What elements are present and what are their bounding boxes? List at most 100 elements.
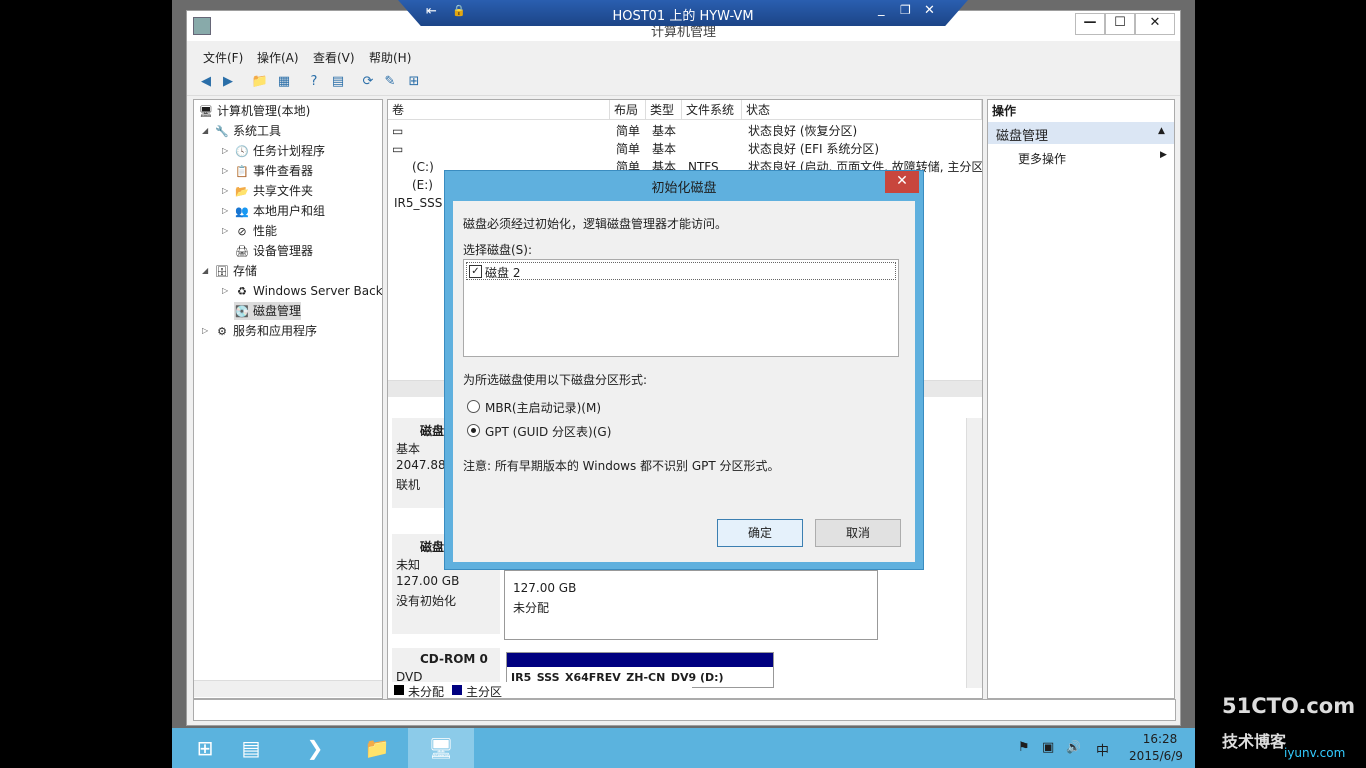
shared-folder-icon: 📂: [235, 184, 249, 198]
collapse-icon[interactable]: ◢: [202, 126, 208, 135]
storage-icon: 🗄: [215, 264, 229, 278]
menu-file[interactable]: 文件(F): [203, 49, 243, 66]
actions-section[interactable]: 磁盘管理 ▲: [988, 122, 1174, 144]
disk-item-label: 磁盘 2: [485, 266, 521, 280]
row-layout: 简单: [616, 124, 641, 138]
ime-indicator[interactable]: 中: [1096, 740, 1109, 759]
vm-close-button[interactable]: ✕: [924, 3, 935, 18]
disk-2-unallocated[interactable]: 127.00 GB 未分配: [504, 570, 878, 640]
show-hide-tree-icon[interactable]: ▦: [275, 73, 293, 91]
disk-2-state: 没有初始化: [396, 594, 457, 608]
tree-item-services-apps[interactable]: ⚙ 服务和应用程序: [214, 322, 317, 340]
tree-item-shared-folders[interactable]: 📂 共享文件夹: [234, 182, 313, 200]
menu-view[interactable]: 查看(V): [313, 49, 355, 66]
row-layout: 简单: [616, 142, 641, 156]
more-actions-label: 更多操作: [1018, 152, 1067, 166]
watermark-line3: iyunv.com: [1284, 746, 1346, 760]
tree-item-performance[interactable]: ⊘ 性能: [234, 222, 277, 240]
vm-restore-button[interactable]: ❐: [900, 3, 911, 17]
row-volume: (C:): [412, 160, 434, 174]
tree-item-local-users[interactable]: 👥 本地用户和组: [234, 202, 325, 220]
gpt-radio[interactable]: GPT (GUID 分区表)(G): [467, 421, 767, 439]
forward-icon[interactable]: ▶: [219, 73, 237, 91]
expand-icon[interactable]: ▷: [202, 326, 208, 335]
disk-0-size: 2047.88: [396, 458, 446, 472]
disk-management-icon: 💽: [235, 304, 249, 318]
gpt-radio-circle[interactable]: [467, 424, 480, 437]
menu-action[interactable]: 操作(A): [257, 49, 299, 66]
row-volume: (E:): [412, 178, 433, 192]
tree-item-disk-management[interactable]: 💽 磁盘管理: [234, 302, 302, 320]
col-layout[interactable]: 布局: [610, 100, 646, 120]
network-icon[interactable]: ▣: [1042, 740, 1054, 755]
col-volume[interactable]: 卷: [388, 100, 610, 120]
tools-icon: 🔧: [215, 124, 229, 138]
expand-icon[interactable]: ▷: [222, 146, 228, 155]
server-manager-icon[interactable]: ▤: [218, 728, 284, 768]
performance-icon: ⊘: [237, 224, 247, 238]
clock-date[interactable]: 2015/6/9: [1124, 749, 1188, 763]
expand-icon[interactable]: ▷: [222, 226, 228, 235]
help-icon[interactable]: ?: [305, 73, 323, 91]
expand-icon[interactable]: ▷: [222, 206, 228, 215]
tree-item-system-tools[interactable]: 🔧 系统工具: [214, 122, 281, 140]
expand-icon[interactable]: ▷: [222, 186, 228, 195]
cancel-button[interactable]: 取消: [815, 519, 901, 547]
file-explorer-icon[interactable]: 📁: [344, 728, 410, 768]
volume-icon[interactable]: 🔊: [1066, 740, 1081, 754]
powershell-icon[interactable]: ❯: [282, 728, 348, 768]
mbr-radio-circle[interactable]: [467, 400, 480, 413]
tree-item-storage[interactable]: 🗄 存储: [214, 262, 257, 280]
computer-management-icon[interactable]: 🖥: [408, 728, 474, 768]
mbr-radio[interactable]: MBR(主启动记录)(M): [467, 397, 767, 415]
close-button[interactable]: ✕: [1135, 13, 1175, 35]
tree-item-event-viewer[interactable]: 📋 事件查看器: [234, 162, 313, 180]
disk-list-item[interactable]: ✓ 磁盘 2: [466, 262, 896, 280]
disk-0-state: 联机: [396, 478, 421, 492]
disk-vscrollbar[interactable]: [966, 418, 982, 688]
expand-icon[interactable]: ▷: [222, 166, 228, 175]
export-icon[interactable]: ✎: [381, 73, 399, 91]
clock-time[interactable]: 16:28: [1132, 732, 1188, 746]
dialog-intro: 磁盘必须经过初始化，逻辑磁盘管理器才能访问。: [463, 217, 728, 231]
properties-icon[interactable]: ▤: [329, 73, 347, 91]
legend-unallocated: 未分配: [408, 685, 445, 699]
col-filesystem[interactable]: 文件系统: [682, 100, 742, 120]
minimize-button[interactable]: —: [1075, 13, 1105, 35]
action-center-icon[interactable]: ⚑: [1018, 740, 1030, 755]
tree-label: 磁盘管理: [253, 304, 302, 318]
disk-icon: ▭: [392, 124, 404, 138]
expand-icon[interactable]: ▷: [222, 286, 228, 295]
tree-hscrollbar[interactable]: [194, 680, 382, 697]
up-folder-icon[interactable]: 📁: [251, 73, 269, 91]
initialize-disk-dialog: 初始化磁盘 ✕ 磁盘必须经过初始化，逻辑磁盘管理器才能访问。 选择磁盘(S): …: [444, 170, 924, 570]
partition-size: 127.00 GB: [513, 581, 577, 595]
legend: 未分配 主分区: [392, 682, 692, 698]
more-actions[interactable]: 更多操作 ▶: [988, 148, 1174, 166]
disk-checkbox[interactable]: ✓: [469, 265, 482, 278]
disk-2-size: 127.00 GB: [396, 574, 460, 588]
refresh-icon[interactable]: ⟳: [359, 73, 377, 91]
disk-2-name: 磁盘: [420, 540, 445, 554]
col-type[interactable]: 类型: [646, 100, 682, 120]
tree-label: 存储: [233, 264, 258, 278]
rescan-icon[interactable]: ⊞: [405, 73, 423, 91]
actions-pane: 操作 磁盘管理 ▲ 更多操作 ▶: [987, 99, 1175, 699]
tree-item-task-scheduler[interactable]: 🕓 任务计划程序: [234, 142, 325, 160]
disk-0-type: 基本: [396, 442, 421, 456]
col-status[interactable]: 状态: [742, 100, 982, 120]
tree-item-windows-backup[interactable]: ♻ Windows Server Back: [234, 282, 382, 300]
tree-item-root[interactable]: 🖥 计算机管理(本地): [198, 102, 310, 120]
menu-help[interactable]: 帮助(H): [369, 49, 411, 66]
disk-listbox[interactable]: ✓ 磁盘 2: [463, 259, 899, 357]
tree-item-device-manager[interactable]: 🖨 设备管理器: [234, 242, 313, 260]
back-icon[interactable]: ◀: [197, 73, 215, 91]
legend-unallocated-swatch: [394, 685, 404, 695]
dialog-close-button[interactable]: ✕: [885, 171, 919, 193]
event-viewer-icon: 📋: [235, 164, 249, 178]
ok-button[interactable]: 确定: [717, 519, 803, 547]
vm-minimize-button[interactable]: _: [878, 2, 885, 17]
tree-label: 任务计划程序: [253, 144, 326, 158]
collapse-icon[interactable]: ◢: [202, 266, 208, 275]
maximize-button[interactable]: ☐: [1105, 13, 1135, 35]
